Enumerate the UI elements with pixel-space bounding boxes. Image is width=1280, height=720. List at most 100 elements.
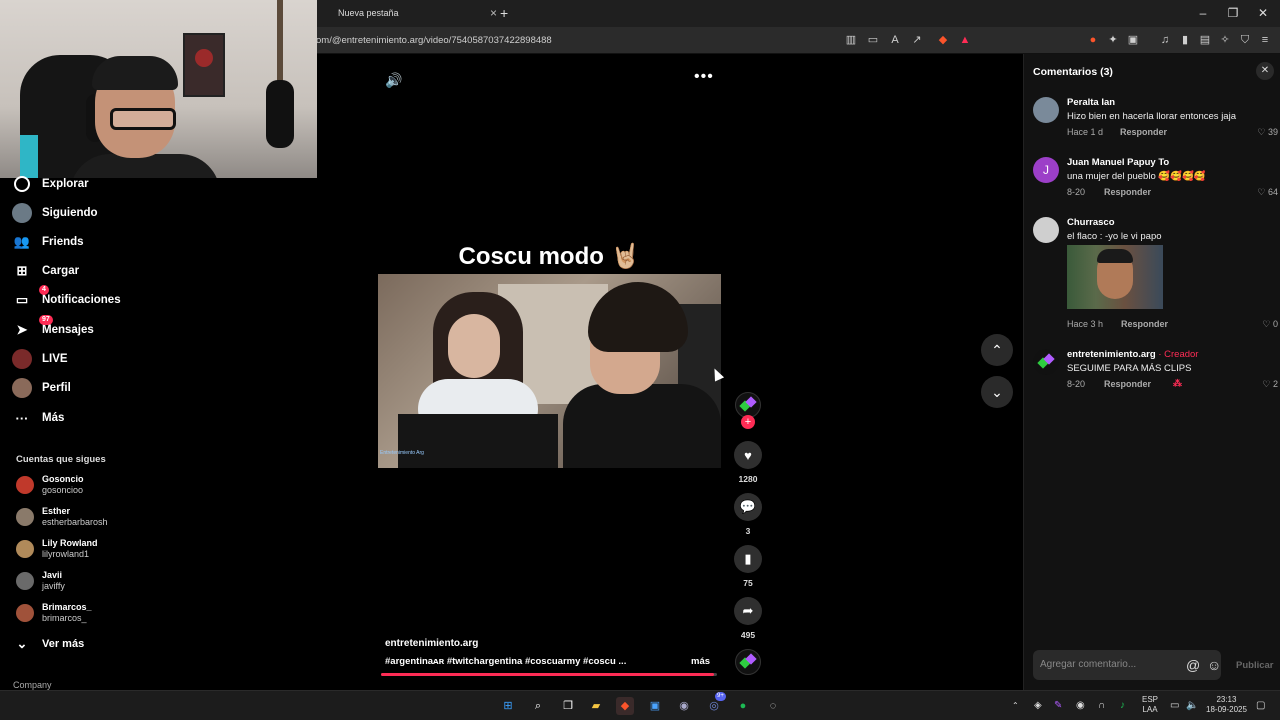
extensions-icon[interactable]: ✦ xyxy=(1106,33,1120,47)
avatar[interactable] xyxy=(1033,349,1059,375)
restore-button[interactable]: ❐ xyxy=(1218,0,1248,27)
save-count: 75 xyxy=(743,578,753,588)
next-video-button[interactable]: ⌄ xyxy=(981,376,1013,408)
comment-like[interactable]: ♡ 64 xyxy=(1257,187,1278,198)
sidebar-item-perfil[interactable]: Perfil xyxy=(12,377,71,399)
comment-action[interactable]: 💬 3 xyxy=(733,493,763,536)
sidebar-item-friends[interactable]: 👥 Friends xyxy=(12,231,84,253)
steam-icon[interactable]: ◉ xyxy=(675,697,693,715)
publish-button[interactable]: Publicar xyxy=(1236,660,1274,671)
browser-tab[interactable]: Nueva pestaña xyxy=(330,2,500,25)
video-progress-bar[interactable] xyxy=(381,673,717,676)
bookmark-icon[interactable]: ▮ xyxy=(734,545,762,573)
share-arrow-icon[interactable]: ➦ xyxy=(734,597,762,625)
spotify-icon[interactable]: ● xyxy=(734,697,752,715)
follow-plus-button[interactable]: + xyxy=(741,415,755,429)
tab-close-icon[interactable]: × xyxy=(490,2,497,25)
sidebar-item-siguiendo[interactable]: Siguiendo xyxy=(12,202,98,224)
volume-tray-icon[interactable]: 🔈 xyxy=(1186,691,1198,720)
obs-icon[interactable]: ◌ xyxy=(764,697,782,715)
screenshot-icon[interactable]: ▣ xyxy=(1126,33,1140,47)
reply-button[interactable]: Responder xyxy=(1121,319,1168,329)
share-action[interactable]: ➦ 495 xyxy=(733,597,763,640)
following-account[interactable]: Lily Rowland lilyrowland1 xyxy=(16,536,98,562)
search-icon[interactable]: ⌕ xyxy=(529,697,547,715)
menu-icon[interactable]: ≡ xyxy=(1258,33,1272,47)
following-account[interactable]: Brimarcos_ brimarcos_ xyxy=(16,600,92,626)
wallet-icon[interactable]: ▤ xyxy=(1198,33,1212,47)
more-options-icon[interactable]: ••• xyxy=(694,68,714,86)
sidebar-item-mas[interactable]: ··· Más xyxy=(12,407,65,429)
video-frame[interactable]: Entretenimiento Arg xyxy=(378,274,721,468)
photos-icon[interactable]: ▣ xyxy=(646,697,664,715)
save-action[interactable]: ▮ 75 xyxy=(733,545,763,588)
reply-button[interactable]: Responder xyxy=(1120,127,1167,137)
tray-headset-icon[interactable]: ∩ xyxy=(1098,691,1105,720)
comment-author[interactable]: Churrasco xyxy=(1067,217,1115,228)
video-author[interactable]: entretenimiento.arg xyxy=(385,638,478,649)
notification-center-icon[interactable]: ▢ xyxy=(1256,691,1265,720)
reply-button[interactable]: Responder xyxy=(1104,187,1151,197)
comment-author[interactable]: Juan Manuel Papuy To xyxy=(1067,157,1169,168)
new-tab-button[interactable]: + xyxy=(500,2,508,25)
like-action[interactable]: ♥ 1280 xyxy=(733,441,763,484)
brave-wallet-icon[interactable]: ● xyxy=(1086,33,1100,47)
close-icon[interactable]: ✕ xyxy=(1256,62,1274,80)
comment-author[interactable]: entretenimiento.arg · Creador xyxy=(1067,349,1198,360)
following-account[interactable]: Esther estherbarbarosh xyxy=(16,504,108,530)
volume-icon[interactable]: 🔊 xyxy=(385,72,402,89)
media-icon[interactable]: ♫ xyxy=(1158,33,1172,47)
close-window-button[interactable]: ✕ xyxy=(1248,0,1278,27)
avatar[interactable] xyxy=(1033,217,1059,243)
share-icon[interactable]: ↗ xyxy=(910,33,924,47)
task-view-icon[interactable]: ❐ xyxy=(559,697,577,715)
vpn-icon[interactable]: ⛉ xyxy=(1238,33,1252,47)
reply-button[interactable]: Responder xyxy=(1104,379,1151,389)
tray-steam-icon[interactable]: ◉ xyxy=(1076,691,1085,720)
sidebar-item-cargar[interactable]: ⊞ Cargar xyxy=(12,260,80,282)
network-icon[interactable]: ▭ xyxy=(1170,691,1179,720)
comment-icon[interactable]: 💬 xyxy=(734,493,762,521)
url-field[interactable]: om/@entretenimiento.arg/video/7540587037… xyxy=(316,27,552,54)
tray-app-icon[interactable]: ◈ xyxy=(1034,691,1042,720)
file-explorer-icon[interactable]: ▰ xyxy=(587,697,605,715)
mention-icon[interactable]: @ xyxy=(1186,657,1200,673)
avatar[interactable] xyxy=(1033,97,1059,123)
brave-shield-icon[interactable]: ◆ xyxy=(936,33,950,47)
language-indicator[interactable]: ESP LAA xyxy=(1142,695,1158,720)
see-more-button[interactable]: ⌄ Ver más xyxy=(12,633,85,655)
video-hashtags[interactable]: #argentinaᴀʀ #twitchargentina #coscuarmy… xyxy=(385,656,626,667)
avatar[interactable]: J xyxy=(1033,157,1059,183)
tray-pen-icon[interactable]: ✎ xyxy=(1054,691,1062,720)
comment-like[interactable]: ♡ 39 xyxy=(1257,127,1278,138)
tray-mic-icon[interactable]: ♪ xyxy=(1120,691,1125,720)
brave-browser-icon[interactable]: ◆ xyxy=(616,697,634,715)
sidebar-item-live[interactable]: LIVE xyxy=(12,348,68,370)
sidebar-item-notificaciones[interactable]: ▭ 4 Notificaciones xyxy=(12,285,121,311)
following-account[interactable]: Javii javiffy xyxy=(16,568,65,594)
windows-start-icon[interactable]: ⊞ xyxy=(499,697,517,715)
tray-overflow-icon[interactable]: ⌃ xyxy=(1012,691,1019,720)
company-link[interactable]: Company xyxy=(13,680,52,690)
leo-ai-icon[interactable]: ✧ xyxy=(1218,33,1232,47)
translate-icon[interactable]: A xyxy=(888,33,902,47)
comment-like[interactable]: ♡ 2 xyxy=(1262,379,1278,390)
sound-disc-icon[interactable] xyxy=(735,649,761,675)
clock[interactable]: 23:13 18-09-2025 xyxy=(1206,695,1247,720)
brave-rewards-icon[interactable]: ▲ xyxy=(958,33,972,47)
reader-mode-icon[interactable]: ▥ xyxy=(844,33,858,47)
heart-icon[interactable]: ♥ xyxy=(734,441,762,469)
sidebar-item-label: Mensajes xyxy=(42,324,94,336)
previous-video-button[interactable]: ⌃ xyxy=(981,334,1013,366)
comment-like[interactable]: ♡ 0 xyxy=(1262,319,1278,330)
comment-image[interactable] xyxy=(1067,245,1163,309)
following-account[interactable]: Gosoncio gosoncioo xyxy=(16,472,84,498)
caption-more-button[interactable]: más xyxy=(691,656,710,667)
minimize-button[interactable]: – xyxy=(1188,0,1218,27)
cast-icon[interactable]: ▭ xyxy=(866,33,880,47)
sidebar-toggle-icon[interactable]: ▮ xyxy=(1178,33,1192,47)
comment-author[interactable]: Peralta Ian xyxy=(1067,97,1115,108)
sidebar-item-mensajes[interactable]: ➤ 97 Mensajes xyxy=(12,315,94,341)
sidebar-item-explorar[interactable]: Explorar xyxy=(12,173,89,195)
emoji-icon[interactable]: ☺ xyxy=(1207,657,1221,673)
